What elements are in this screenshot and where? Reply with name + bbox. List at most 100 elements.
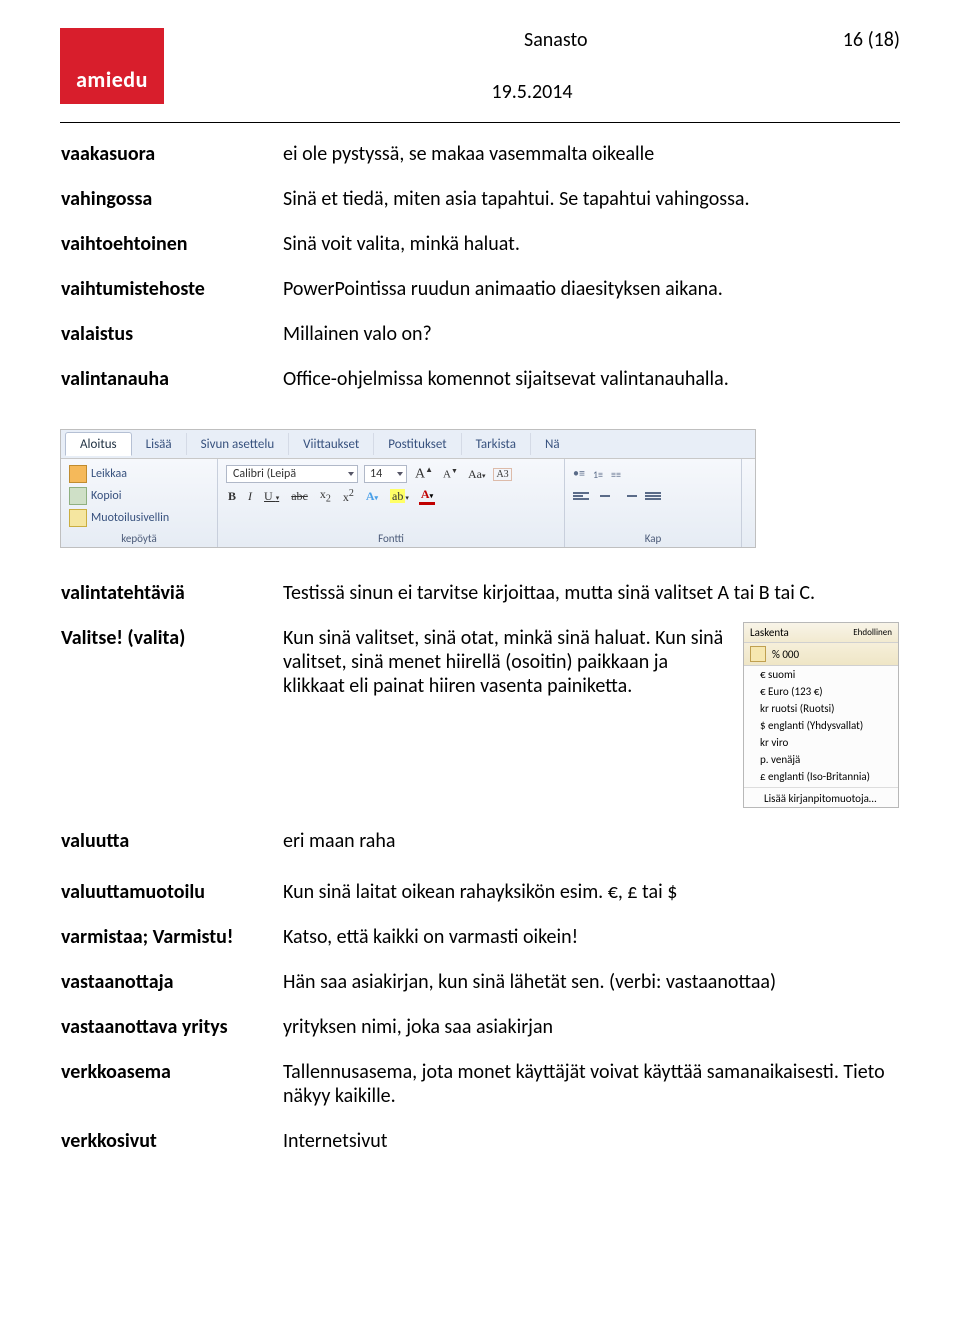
table-row: vaakasuoraei ole pystyssä, se makaa vase…	[60, 141, 900, 186]
definition: Office-ohjelmissa komennot sijaitsevat v…	[282, 366, 900, 411]
menu-more[interactable]: Lisää kirjanpitomuotoja…	[744, 790, 898, 807]
paragraph-group-label: Kap	[573, 530, 733, 545]
subscript-button[interactable]: x2	[318, 487, 333, 504]
definition: Kun sinä laitat oikean rahayksikön esim.…	[282, 879, 900, 924]
term: vaakasuora	[60, 141, 282, 186]
tab-postitukset[interactable]: Postitukset	[374, 433, 461, 455]
table-row: vaihtumistehostePowerPointissa ruudun an…	[60, 276, 900, 321]
change-case-icon[interactable]: Aa▾	[466, 467, 488, 482]
table-row: verkkoasemaTallennusasema, jota monet kä…	[60, 1059, 900, 1128]
numbered-list-icon[interactable]: 1≡	[593, 468, 603, 481]
table-row: valuuttamuotoiluKun sinä laitat oikean r…	[60, 879, 900, 924]
chevron-down-icon	[397, 472, 403, 476]
term: vahingossa	[60, 186, 282, 231]
table-row: vastaanottava yritysyrityksen nimi, joka…	[60, 1014, 900, 1059]
menu-header-right: Ehdollinen	[853, 627, 892, 638]
table-row: vaihtoehtoinenSinä voit valita, minkä ha…	[60, 231, 900, 276]
menu-item[interactable]: kr ruotsi (Ruotsi)	[744, 700, 898, 717]
italic-button[interactable]: I	[246, 489, 254, 504]
menu-item[interactable]: kr viro	[744, 734, 898, 751]
clipboard-group-label: kepöytä	[69, 530, 209, 545]
table-row: varmistaa; Varmistu!Katso, että kaikki o…	[60, 924, 900, 969]
menu-item[interactable]: £ englanti (Iso-Britannia)	[744, 768, 898, 785]
glossary-table-bottom: valuuttamuotoiluKun sinä laitat oikean r…	[60, 879, 900, 1173]
menu-item[interactable]: $ englanti (Yhdysvallat)	[744, 717, 898, 734]
definition: Testissä sinun ei tarvitse kirjoittaa, m…	[282, 580, 900, 625]
tab-tarkista[interactable]: Tarkista	[462, 433, 531, 455]
term: valuutta	[60, 828, 282, 873]
align-right-icon[interactable]	[621, 492, 637, 500]
table-row: valuuttaeri maan raha	[60, 828, 900, 873]
definition: Sinä voit valita, minkä haluat.	[282, 231, 900, 276]
tab-sivun-asettelu[interactable]: Sivun asettelu	[187, 433, 290, 455]
header-divider	[60, 122, 900, 123]
definition: PowerPointissa ruudun animaatio diaesity…	[282, 276, 900, 321]
definition: Kun sinä valitset, sinä otat, minkä sinä…	[283, 626, 723, 698]
definition: Internetsivut	[282, 1128, 900, 1173]
strikethrough-button[interactable]: abc	[289, 489, 310, 504]
table-row: valintanauhaOffice-ohjelmissa komennot s…	[60, 366, 900, 411]
term: vaihtumistehoste	[60, 276, 282, 321]
menu-item[interactable]: € Euro (123 €)	[744, 683, 898, 700]
ribbon-tabs: Aloitus Lisää Sivun asettelu Viittaukset…	[61, 430, 755, 459]
page-indicator: 16 (18)	[843, 28, 900, 52]
text-effects-icon[interactable]: A▾	[364, 489, 380, 504]
align-center-icon[interactable]	[597, 492, 613, 500]
shrink-font-icon[interactable]: A▼	[441, 467, 460, 481]
term: verkkoasema	[60, 1059, 282, 1128]
definition: eri maan raha	[282, 828, 900, 873]
doc-date: 19.5.2014	[164, 80, 900, 104]
table-row: vahingossaSinä et tiedä, miten asia tapa…	[60, 186, 900, 231]
definition: ei ole pystyssä, se makaa vasemmalta oik…	[282, 141, 900, 186]
term: vastaanottaja	[60, 969, 282, 1014]
term: valuuttamuotoilu	[60, 879, 282, 924]
table-row: verkkosivutInternetsivut	[60, 1128, 900, 1173]
bullet-list-icon[interactable]: ≡	[573, 467, 585, 481]
tab-nayta[interactable]: Nä	[531, 433, 574, 455]
grow-font-icon[interactable]: A▲	[413, 465, 435, 483]
table-row: valintatehtäviäTestissä sinun ei tarvits…	[60, 580, 900, 625]
tab-aloitus[interactable]: Aloitus	[65, 432, 132, 456]
font-group-label: Fontti	[226, 530, 556, 545]
font-color-icon[interactable]: A▾	[419, 487, 435, 505]
superscript-button[interactable]: x2	[341, 488, 356, 505]
currency-format-menu: Laskenta Ehdollinen % 000 € suomi € Euro…	[743, 622, 899, 808]
logo: amiedu	[60, 28, 164, 104]
underline-button[interactable]: U ▾	[262, 489, 281, 504]
term: Valitse! (valita)	[60, 625, 282, 828]
term: verkkosivut	[60, 1128, 282, 1173]
multilevel-list-icon[interactable]: ≡≡	[611, 468, 621, 481]
tab-lisaa[interactable]: Lisää	[132, 433, 187, 455]
copy-icon	[69, 487, 87, 505]
glossary-table-mid: valintatehtäviäTestissä sinun ei tarvits…	[60, 580, 900, 873]
glossary-table-top: vaakasuoraei ole pystyssä, se makaa vase…	[60, 141, 900, 411]
chevron-down-icon	[348, 472, 354, 476]
term: varmistaa; Varmistu!	[60, 924, 282, 969]
font-name-select[interactable]: Calibri (Leipä	[226, 465, 358, 483]
align-left-icon[interactable]	[573, 492, 589, 500]
logo-text: amiedu	[60, 66, 164, 93]
bold-button[interactable]: B	[226, 489, 238, 504]
copy-button[interactable]: Kopioi	[91, 489, 122, 503]
definition: Sinä et tiedä, miten asia tapahtui. Se t…	[282, 186, 900, 231]
justify-icon[interactable]	[645, 492, 661, 500]
scissors-icon	[69, 465, 87, 483]
ribbon-illustration: Aloitus Lisää Sivun asettelu Viittaukset…	[60, 429, 756, 548]
menu-sub: % 000	[772, 648, 799, 661]
clear-formatting-icon[interactable]: A3	[493, 468, 511, 481]
definition: Millainen valo on?	[282, 321, 900, 366]
currency-icon	[750, 646, 766, 662]
tab-viittaukset[interactable]: Viittaukset	[289, 433, 374, 455]
highlight-icon[interactable]: ab▾	[388, 489, 411, 504]
definition: yrityksen nimi, joka saa asiakirjan	[282, 1014, 900, 1059]
format-painter-button[interactable]: Muotoilusivellin	[91, 511, 169, 525]
font-size-select[interactable]: 14	[364, 465, 407, 483]
menu-item[interactable]: p. venäjä	[744, 751, 898, 768]
menu-item[interactable]: € suomi	[744, 666, 898, 683]
term: valintanauha	[60, 366, 282, 411]
menu-header: Laskenta	[750, 626, 789, 639]
doc-title: Sanasto	[524, 28, 588, 52]
cut-button[interactable]: Leikkaa	[91, 467, 127, 481]
table-row: vastaanottajaHän saa asiakirjan, kun sin…	[60, 969, 900, 1014]
definition: Hän saa asiakirjan, kun sinä lähetät sen…	[282, 969, 900, 1014]
